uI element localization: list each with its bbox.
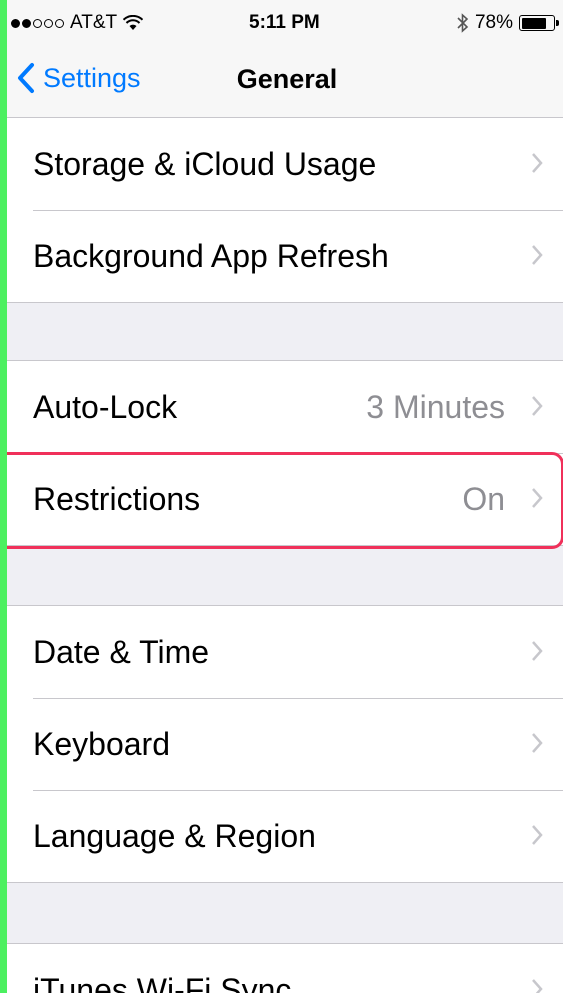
chevron-right-icon [532, 733, 543, 753]
carrier-name: AT&T [70, 12, 118, 33]
row-value: On [462, 480, 505, 517]
page-title: General [236, 64, 338, 94]
row-auto-lock[interactable]: Auto-Lock 3 Minutes [7, 361, 563, 453]
row-label: Storage & iCloud Usage [33, 145, 377, 182]
row-label: Restrictions [33, 480, 201, 517]
settings-group-4: iTunes Wi-Fi Sync [7, 943, 563, 993]
row-label: Date & Time [33, 633, 210, 670]
status-right: 78% [457, 12, 559, 34]
chevron-right-icon [532, 488, 543, 508]
settings-group-2: Auto-Lock 3 Minutes Restrictions On [7, 360, 563, 546]
row-restrictions[interactable]: Restrictions On [7, 453, 563, 545]
screen: AT&T 5:11 PM 78% Settings General Storag… [7, 0, 563, 993]
row-label: iTunes Wi-Fi Sync [33, 971, 292, 993]
status-left: AT&T [11, 12, 144, 34]
chevron-right-icon [532, 825, 543, 845]
chevron-right-icon [532, 245, 543, 265]
row-storage-icloud-usage[interactable]: Storage & iCloud Usage [7, 118, 563, 210]
signal-strength-icon [11, 18, 64, 28]
row-label: Auto-Lock [33, 388, 178, 425]
row-language-region[interactable]: Language & Region [7, 790, 563, 882]
status-time: 5:11 PM [249, 12, 320, 33]
chevron-right-icon [532, 396, 543, 416]
settings-group-3: Date & Time Keyboard Language & Region [7, 605, 563, 883]
battery-icon [519, 15, 559, 31]
battery-percent: 78% [474, 12, 513, 33]
row-label: Keyboard [33, 725, 170, 762]
row-label: Language & Region [33, 817, 316, 854]
settings-group-1: Storage & iCloud Usage Background App Re… [7, 117, 563, 303]
wifi-icon [123, 15, 144, 30]
row-background-app-refresh[interactable]: Background App Refresh [7, 210, 563, 302]
chevron-right-icon [532, 641, 543, 661]
row-itunes-wifi-sync[interactable]: iTunes Wi-Fi Sync [7, 944, 563, 993]
navigation-bar: Settings General [7, 44, 563, 118]
row-date-time[interactable]: Date & Time [7, 606, 563, 698]
status-bar: AT&T 5:11 PM 78% [7, 0, 563, 44]
row-label: Background App Refresh [33, 237, 389, 274]
chevron-right-icon [532, 979, 543, 993]
row-value: 3 Minutes [366, 388, 505, 425]
row-keyboard[interactable]: Keyboard [7, 698, 563, 790]
bluetooth-icon [457, 13, 469, 33]
chevron-right-icon [532, 153, 543, 173]
